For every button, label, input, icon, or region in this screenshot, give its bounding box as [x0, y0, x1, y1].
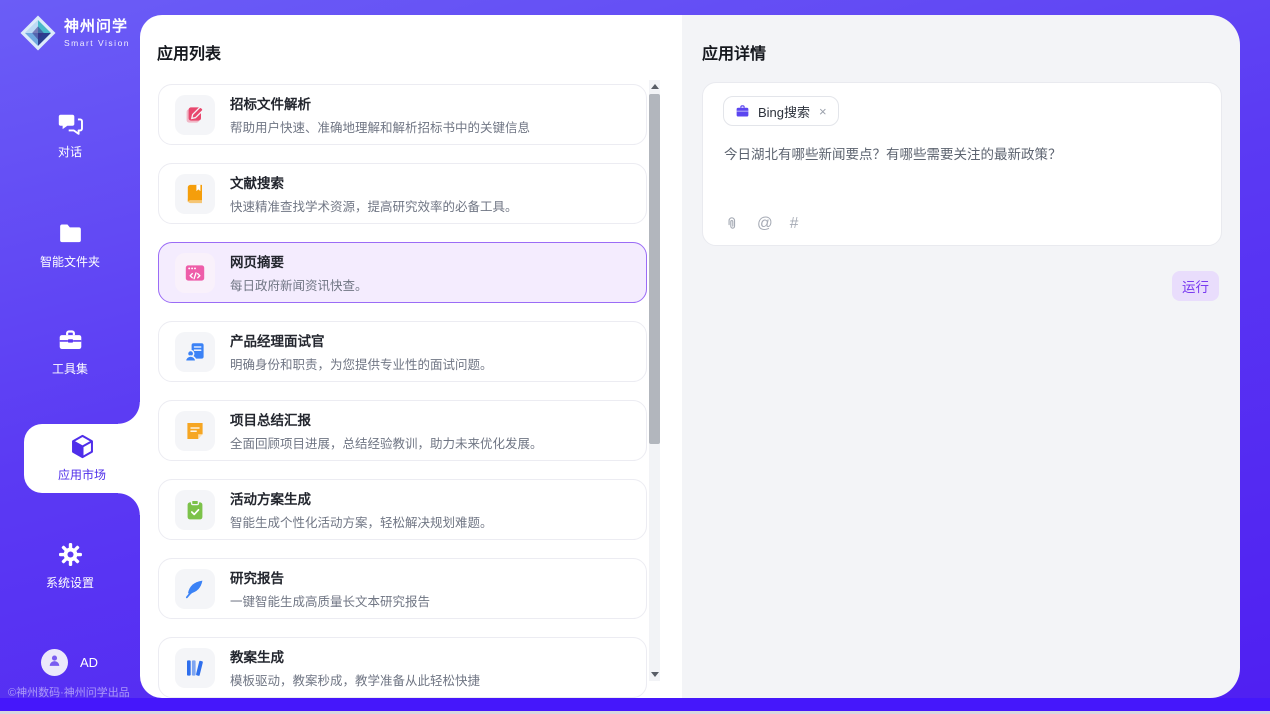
app-description: 全面回顾项目进展，总结经验教训，助力未来优化发展。	[230, 433, 543, 452]
app-card[interactable]: 文献搜索 快速精准查找学术资源，提高研究效率的必备工具。	[158, 163, 647, 224]
app-card[interactable]: 网页摘要 每日政府新闻资讯快查。	[158, 242, 647, 303]
run-button[interactable]: 运行	[1172, 271, 1219, 301]
app-name: 网页摘要	[230, 251, 368, 271]
app-icon-tile	[175, 569, 215, 609]
sidebar: 神州问学 Smart Vision 对话 智能文件夹 工具集 应用市场 系统设置…	[0, 0, 140, 714]
diamond-logo	[18, 13, 58, 53]
app-card[interactable]: 产品经理面试官 明确身份和职责，为您提供专业性的面试问题。	[158, 321, 647, 382]
scrollbar-thumb[interactable]	[649, 94, 660, 444]
app-description: 一键智能生成高质量长文本研究报告	[230, 591, 430, 610]
hash-icon[interactable]: #	[790, 216, 799, 232]
app-description: 智能生成个性化活动方案，轻松解决规划难题。	[230, 512, 493, 531]
app-icon-tile	[175, 332, 215, 372]
app-description: 快速精准查找学术资源，提高研究效率的必备工具。	[230, 196, 518, 215]
scrollbar[interactable]	[649, 80, 660, 681]
person-icon	[46, 652, 63, 674]
app-icon-tile	[175, 648, 215, 688]
toolbox-icon	[57, 327, 84, 354]
app-description: 帮助用户快速、准确地理解和解析招标书中的关键信息	[230, 117, 530, 136]
app-icon-tile	[175, 95, 215, 135]
app-name: 教案生成	[230, 646, 480, 666]
app-list-panel: 应用列表 招标文件解析 帮助用户快速、准确地理解和解析招标书中的关键信息 文献搜…	[140, 15, 682, 698]
app-description: 模板驱动，教案秒成，教学准备从此轻松快捷	[230, 670, 480, 689]
scroll-down-arrow-icon[interactable]	[649, 668, 660, 681]
chat-icon	[57, 110, 84, 137]
scroll-up-arrow-icon[interactable]	[649, 80, 660, 93]
report-icon	[183, 577, 207, 601]
app-name: 文献搜索	[230, 172, 518, 192]
tool-tag-bing-search[interactable]: Bing搜索 ×	[723, 96, 839, 126]
app-description: 明确身份和职责，为您提供专业性的面试问题。	[230, 354, 493, 373]
app-list-scroll: 招标文件解析 帮助用户快速、准确地理解和解析招标书中的关键信息 文献搜索 快速精…	[158, 84, 647, 698]
browser-code-icon	[183, 261, 207, 285]
sidebar-item-settings[interactable]: 系统设置	[0, 541, 140, 591]
attachment-icon[interactable]	[724, 216, 740, 232]
app-icon-tile	[175, 253, 215, 293]
app-card[interactable]: 研究报告 一键智能生成高质量长文本研究报告	[158, 558, 647, 619]
avatar	[41, 649, 68, 676]
mention-icon[interactable]: @	[757, 216, 773, 232]
sidebar-item-chat[interactable]: 对话	[0, 110, 140, 160]
app-card[interactable]: 项目总结汇报 全面回顾项目进展，总结经验教训，助力未来优化发展。	[158, 400, 647, 461]
brand: 神州问学 Smart Vision	[18, 13, 130, 53]
app-name: 活动方案生成	[230, 488, 493, 508]
gear-icon	[57, 541, 84, 568]
app-icon-tile	[175, 174, 215, 214]
app-card[interactable]: 招标文件解析 帮助用户快速、准确地理解和解析招标书中的关键信息	[158, 84, 647, 145]
user-label: AD	[80, 655, 98, 670]
prompt-card: Bing搜索 × 今日湖北有哪些新闻要点？有哪些需要关注的最新政策？ @#	[702, 82, 1222, 246]
close-icon[interactable]: ×	[819, 104, 827, 119]
edit-document-icon	[183, 103, 207, 127]
tool-tag-label: Bing搜索	[758, 102, 810, 121]
app-name: 项目总结汇报	[230, 409, 543, 429]
user-row[interactable]: AD	[41, 649, 98, 676]
books-icon	[183, 656, 207, 680]
clipboard-check-icon	[183, 498, 207, 522]
app-description: 每日政府新闻资讯快查。	[230, 275, 368, 294]
book-icon	[183, 182, 207, 206]
sidebar-item-folders[interactable]: 智能文件夹	[0, 220, 140, 270]
app-detail-title: 应用详情	[702, 40, 766, 64]
app-icon-tile	[175, 411, 215, 451]
main-content: 应用列表 招标文件解析 帮助用户快速、准确地理解和解析招标书中的关键信息 文献搜…	[140, 15, 1240, 698]
app-list-title: 应用列表	[157, 40, 221, 64]
interview-icon	[183, 340, 207, 364]
briefcase-icon	[735, 104, 750, 119]
app-name: 产品经理面试官	[230, 330, 493, 350]
composer-toolbar: @#	[724, 216, 798, 232]
cube-icon	[69, 433, 96, 460]
app-window: 神州问学 Smart Vision 对话 智能文件夹 工具集 应用市场 系统设置…	[0, 0, 1270, 714]
bottom-bar	[0, 698, 1270, 711]
sidebar-item-tools[interactable]: 工具集	[0, 327, 140, 377]
folder-icon	[57, 220, 84, 247]
sidebar-item-market[interactable]: 应用市场	[24, 424, 140, 493]
app-icon-tile	[175, 490, 215, 530]
app-detail-panel: 应用详情 Bing搜索 × 今日湖北有哪些新闻要点？有哪些需要关注的最新政策？ …	[682, 15, 1240, 698]
brand-subtitle: Smart Vision	[64, 38, 130, 48]
brand-name: 神州问学	[64, 18, 130, 35]
app-card[interactable]: 教案生成 模板驱动，教案秒成，教学准备从此轻松快捷	[158, 637, 647, 698]
prompt-input[interactable]: 今日湖北有哪些新闻要点？有哪些需要关注的最新政策？	[724, 145, 1201, 165]
app-name: 招标文件解析	[230, 93, 530, 113]
memo-icon	[183, 419, 207, 443]
app-card[interactable]: 活动方案生成 智能生成个性化活动方案，轻松解决规划难题。	[158, 479, 647, 540]
app-name: 研究报告	[230, 567, 430, 587]
